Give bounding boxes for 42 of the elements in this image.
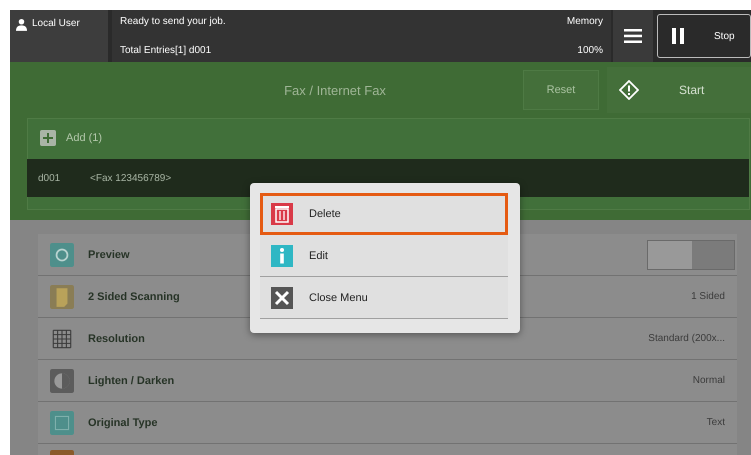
feature-label: Resolution xyxy=(88,332,145,344)
memory-label: Memory xyxy=(566,16,603,27)
feature-label: Preview xyxy=(88,248,130,260)
feature-label: Original Type xyxy=(88,416,158,428)
user-panel[interactable]: Local User xyxy=(10,10,108,62)
close-icon xyxy=(271,286,293,308)
status-message: Ready to send your job. xyxy=(120,16,226,27)
entry-id: d001 xyxy=(38,172,62,184)
preview-toggle[interactable] xyxy=(647,240,735,270)
start-button[interactable]: Start xyxy=(607,67,751,113)
contrast-icon xyxy=(50,368,74,392)
user-name: Local User xyxy=(32,18,80,29)
total-entries: Total Entries[1] d001 xyxy=(120,45,212,56)
feature-row[interactable]: Lighten / Darken Normal xyxy=(38,360,737,402)
feature-value: Normal xyxy=(692,375,725,386)
feature-row[interactable]: Original Type Text xyxy=(38,402,737,444)
feature-value: Standard (200x... xyxy=(648,333,725,344)
info-icon xyxy=(271,244,293,266)
add-button[interactable]: Add (1) xyxy=(28,119,114,157)
document-icon xyxy=(50,410,74,434)
menu-icon xyxy=(624,29,642,43)
feature-label: 2 Sided Scanning xyxy=(88,290,180,302)
entry-address: <Fax 123456789> xyxy=(90,172,172,184)
menu-item[interactable]: Close Menu xyxy=(260,277,508,319)
reset-button[interactable]: Reset xyxy=(523,70,599,110)
menu-button[interactable] xyxy=(613,10,653,62)
feature-value: 1 Sided xyxy=(691,291,725,302)
start-icon xyxy=(619,80,639,100)
user-icon xyxy=(16,18,27,31)
plus-icon xyxy=(40,130,56,146)
screen-title: Fax / Internet Fax xyxy=(283,82,387,98)
preview-icon xyxy=(50,242,74,266)
menu-item[interactable]: Edit xyxy=(260,235,508,277)
feature-value: Text xyxy=(706,417,725,428)
feature-label: Lighten / Darken xyxy=(88,374,174,386)
grid-icon xyxy=(50,326,74,350)
pause-icon xyxy=(672,28,684,44)
stop-button[interactable]: Stop xyxy=(657,14,751,58)
menu-item[interactable]: Delete xyxy=(260,193,508,235)
page-icon xyxy=(50,284,74,308)
trash-icon xyxy=(271,203,293,225)
memory-value: 100% xyxy=(577,45,603,56)
